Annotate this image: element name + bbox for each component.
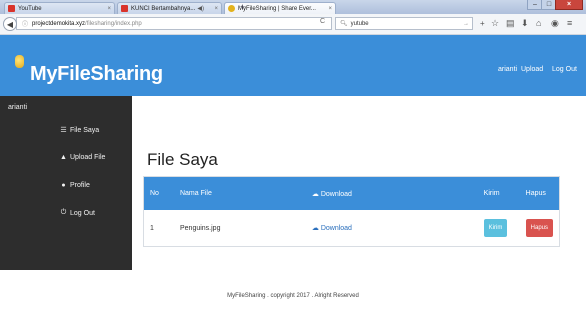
header-user-link[interactable]: arianti xyxy=(498,66,517,73)
table-row: 1 Penguins.jpg ☁ Download Kirim Hapus xyxy=(144,210,559,246)
menu-icon[interactable]: ≡ xyxy=(567,18,572,29)
footer-text: MyFileSharing . copyright 2017 . Alright… xyxy=(227,293,359,299)
cloud-download-icon: ☁ xyxy=(311,190,319,198)
close-tab-icon[interactable]: × xyxy=(103,6,111,12)
download-icon[interactable]: ⬇ xyxy=(521,18,529,29)
search-go-icon[interactable]: → xyxy=(463,21,469,27)
cloud-download-icon: ☁ xyxy=(311,225,319,232)
list-icon: ☰ xyxy=(60,127,67,134)
kirim-button[interactable]: Kirim xyxy=(483,219,508,237)
row-no: 1 xyxy=(150,224,154,232)
header-logout-link[interactable]: Log Out xyxy=(552,66,577,73)
file-table: No Nama File ☁ Download Kirim Hapus 1 Pe… xyxy=(143,176,560,247)
download-link[interactable]: Download xyxy=(321,225,352,232)
youtube-favicon-icon xyxy=(121,5,128,12)
logo-icon xyxy=(15,55,24,68)
reload-icon[interactable]: C xyxy=(320,18,325,25)
table-header-row: No Nama File ☁ Download Kirim Hapus xyxy=(144,177,559,210)
page-title: File Saya xyxy=(147,150,218,169)
col-hapus: Hapus xyxy=(525,190,546,197)
close-tab-icon[interactable]: × xyxy=(324,6,332,12)
col-download: ☁ Download xyxy=(306,177,478,210)
header-upload-link[interactable]: Upload xyxy=(521,66,543,73)
clipboard-icon[interactable]: ▤ xyxy=(506,18,515,29)
url-path: /filesharing/index.php xyxy=(85,20,142,27)
search-input[interactable]: yutube xyxy=(351,21,369,27)
logout-icon: ⏻ xyxy=(60,209,67,216)
sidebar-item-logout[interactable]: ⏻ Log Out xyxy=(60,209,95,217)
new-tab-button[interactable]: + xyxy=(240,2,245,12)
sidebar-username: arianti xyxy=(8,104,28,111)
tab-title: YouTube xyxy=(18,5,42,12)
tab-youtube[interactable]: YouTube × xyxy=(4,2,115,14)
user-icon: ● xyxy=(61,182,66,189)
tab-title: MyFileSharing | Share Ever... xyxy=(238,5,316,12)
sidebar-item-label: File Saya xyxy=(70,126,100,134)
url-bar[interactable]: ⓘ projectdemokita.xyz/filesharing/index.… xyxy=(16,17,332,30)
brand-title[interactable]: MyFileSharing xyxy=(30,63,163,86)
url-host: projectdemokita.xyz xyxy=(32,20,86,27)
sidebar-item-profile[interactable]: ● Profile xyxy=(60,182,90,189)
home-icon[interactable]: ⌂ xyxy=(536,18,541,29)
add-icon[interactable]: + xyxy=(480,18,485,29)
sidebar-item-label: Upload File xyxy=(70,154,106,161)
site-identity-icon[interactable]: ⓘ xyxy=(22,19,28,28)
sidebar-item-file-saya[interactable]: ☰ File Saya xyxy=(60,126,100,135)
col-kirim: Kirim xyxy=(483,190,500,197)
back-arrow-icon: ◀ xyxy=(6,19,14,29)
sidebar: arianti ☰ File Saya ▲ Upload File ● Prof… xyxy=(0,96,132,270)
search-bar[interactable]: 🔍︎ yutube → xyxy=(335,17,473,30)
sidebar-item-label: Profile xyxy=(70,182,90,189)
col-nama-file: Nama File xyxy=(179,190,212,197)
site-favicon-icon xyxy=(228,5,235,12)
col-no: No xyxy=(150,190,159,197)
youtube-favicon-icon xyxy=(8,5,15,12)
browser-navbar: ⓘ projectdemokita.xyz/filesharing/index.… xyxy=(0,14,586,35)
hapus-button[interactable]: Hapus xyxy=(525,219,553,237)
sidebar-item-upload-file[interactable]: ▲ Upload File xyxy=(60,154,105,161)
sidebar-item-label: Log Out xyxy=(70,209,95,217)
row-file-name: Penguins.jpg xyxy=(179,224,221,232)
upload-icon: ▲ xyxy=(60,154,67,161)
window-close-button[interactable]: × xyxy=(555,0,583,10)
close-tab-icon[interactable]: × xyxy=(210,6,218,12)
col-download-label: Download xyxy=(320,190,352,198)
row-download-link[interactable]: ☁ Download xyxy=(306,210,478,246)
pocket-icon[interactable]: ◉ xyxy=(551,18,559,29)
tab-kunci[interactable]: KUNCI Bertambahnya... ◀) × xyxy=(117,2,222,14)
tab-title: KUNCI Bertambahnya... xyxy=(131,5,196,12)
back-button[interactable]: ◀ xyxy=(3,17,17,31)
star-icon[interactable]: ☆ xyxy=(491,18,499,29)
speaker-icon[interactable]: ◀) xyxy=(197,5,204,12)
search-icon: 🔍︎ xyxy=(340,21,348,27)
